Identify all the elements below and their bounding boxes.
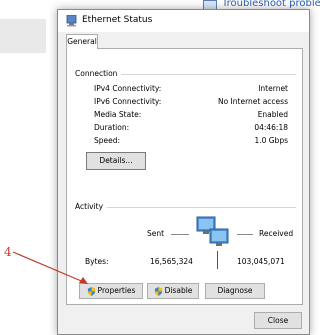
background-panel	[0, 19, 46, 53]
ipv6-value: No Internet access	[217, 97, 288, 106]
disable-label: Disable	[164, 286, 193, 295]
details-button[interactable]: Details...	[86, 152, 146, 170]
general-tab-page: Connection IPv4 Connectivity: Internet I…	[66, 48, 303, 305]
bytes-sent-value: 16,565,324	[150, 257, 193, 266]
disable-button[interactable]: Disable	[147, 283, 199, 299]
network-adapter-icon	[66, 15, 77, 27]
sent-label: Sent	[147, 229, 165, 238]
annotation-arrow-icon	[12, 251, 88, 284]
duration-value: 04:46:18	[254, 123, 288, 132]
dialog-title: Ethernet Status	[82, 15, 153, 25]
ipv4-value: Internet	[258, 84, 288, 93]
sent-line	[171, 234, 189, 235]
diagnose-button[interactable]: Diagnose	[205, 283, 265, 299]
close-button[interactable]: Close	[254, 312, 302, 329]
activity-group-label: Activity	[75, 202, 108, 211]
connection-group-label: Connection	[75, 69, 122, 78]
ipv6-label: IPv6 Connectivity:	[94, 97, 162, 106]
ipv4-label: IPv4 Connectivity:	[94, 84, 162, 93]
received-line	[237, 234, 253, 235]
duration-label: Duration:	[94, 123, 130, 132]
activity-group-line	[75, 207, 296, 208]
media-state-label: Media State:	[94, 110, 142, 119]
speed-label: Speed:	[94, 136, 121, 145]
media-state-value: Enabled	[257, 110, 288, 119]
received-label: Received	[259, 229, 294, 238]
bytes-divider	[217, 251, 218, 269]
bytes-received-value: 103,045,071	[237, 257, 285, 266]
title-bar: Ethernet Status	[58, 10, 309, 32]
tab-general[interactable]: General	[66, 34, 98, 49]
network-activity-icon	[196, 216, 229, 246]
uac-shield-icon	[154, 286, 162, 296]
properties-label: Properties	[97, 286, 136, 295]
troubleshoot-problems-link[interactable]: Troubleshoot problems	[222, 0, 320, 9]
speed-value: 1.0 Gbps	[254, 136, 288, 145]
